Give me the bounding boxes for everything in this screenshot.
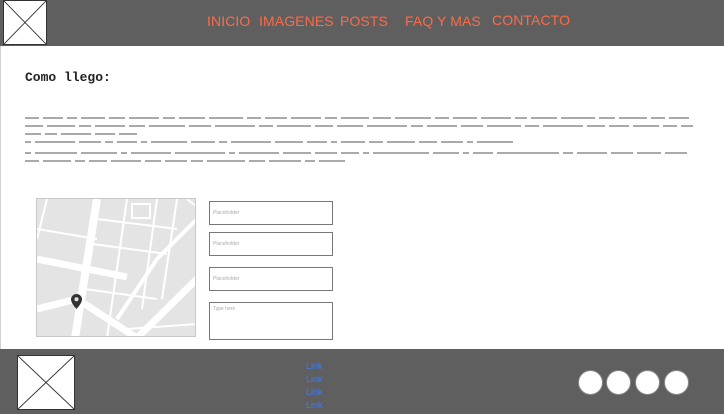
image-placeholder-icon <box>18 356 74 409</box>
text-line <box>25 141 695 147</box>
text-line <box>25 117 695 120</box>
footer-link[interactable]: Link <box>306 360 346 373</box>
footer-link[interactable]: Link <box>306 386 346 399</box>
page-title: Como llego: <box>25 70 111 85</box>
contact-field-2[interactable] <box>209 232 333 256</box>
footer-bar: Link Link Link Link <box>0 349 724 414</box>
nav-posts[interactable]: POSTS <box>340 13 388 29</box>
nav-faq[interactable]: FAQ Y MAS <box>405 13 481 29</box>
footer-links: Link Link Link Link <box>306 360 346 412</box>
header-bar: INICIO IMAGENES POSTS FAQ Y MAS CONTACTO <box>0 0 724 46</box>
social-circle-icon[interactable] <box>606 370 631 395</box>
social-circle-icon[interactable] <box>664 370 689 395</box>
contact-field-1[interactable] <box>209 201 333 225</box>
nav-contacto[interactable]: CONTACTO <box>492 12 570 28</box>
location-map[interactable] <box>36 198 196 337</box>
nav-imagenes[interactable]: IMAGENES <box>259 13 334 29</box>
social-circle-icon[interactable] <box>578 370 603 395</box>
footer-link[interactable]: Link <box>306 373 346 386</box>
text-line <box>25 152 695 155</box>
text-line <box>25 125 695 128</box>
contact-field-3[interactable] <box>209 267 333 291</box>
message-textarea[interactable] <box>209 302 333 340</box>
footer-link[interactable]: Link <box>306 399 346 412</box>
text-line <box>25 133 695 136</box>
map-pin-icon[interactable] <box>71 294 82 309</box>
social-circle-icon[interactable] <box>635 370 660 395</box>
footer-logo[interactable] <box>17 355 75 410</box>
image-placeholder-icon <box>4 1 46 44</box>
placeholder-text-block <box>25 117 695 168</box>
nav-inicio[interactable]: INICIO <box>207 13 250 29</box>
text-line <box>25 160 695 163</box>
header-logo[interactable] <box>3 0 47 45</box>
